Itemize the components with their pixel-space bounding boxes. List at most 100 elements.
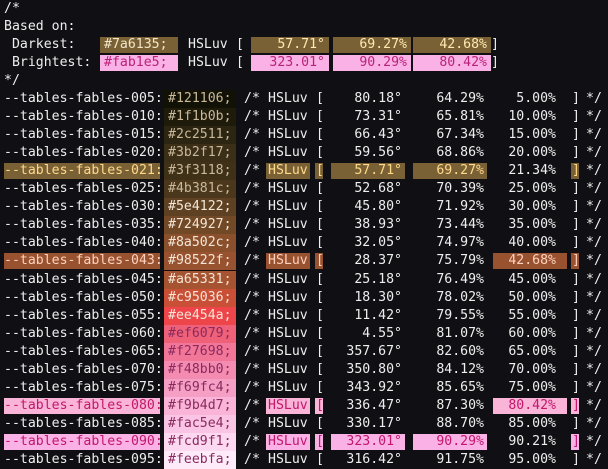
color-model: HSLuv [268,127,308,143]
comment-open: /* [244,397,260,413]
color-model: HSLuv [268,325,308,341]
variable-name: --tables-fables-030: [4,199,163,215]
comment-close: */ [586,199,602,215]
hex-value: #f27698; [168,343,232,359]
bracket-open: [ [316,271,324,287]
brightest-label: Brightest: [4,55,92,70]
hue-value: 59.56° [354,145,402,161]
table-row: --tables-fables-015: #2c2511; /* HSLuv [66.4… [0,126,608,145]
brightest-s: 90.29% [359,55,407,70]
lightness-value: 85.00% [508,415,556,431]
color-model: HSLuv [268,253,308,269]
comment-open: /* [244,307,260,323]
table-row: --tables-fables-045: #a65331; /* HSLuv [25.1… [0,270,608,289]
bracket-open: [ [316,307,324,323]
bracket-open: [ [316,379,324,395]
hex-value: #ee454a; [168,307,232,323]
saturation-value: 82.60% [436,343,484,359]
darkest-s: 69.27% [359,37,407,52]
brightest-l: 80.42% [439,55,487,70]
hue-value: 38.93° [354,217,402,233]
bracket-close: ] [572,433,580,449]
table-row: --tables-fables-050: #c95036; /* HSLuv [18.3… [0,288,608,307]
lightness-value: 35.00% [508,217,556,233]
color-model: HSLuv [268,163,308,179]
lightness-value: 60.00% [508,325,556,341]
lightness-value: 20.00% [508,145,556,161]
table-row: --tables-fables-085: #fac5e4; /* HSLuv [330.… [0,414,608,433]
darkest-bracket-open: [ [236,37,244,52]
bracket-open: [ [316,163,324,179]
bracket-close: ] [572,361,580,377]
lightness-value: 30.00% [508,199,556,215]
saturation-value: 69.27% [436,163,484,179]
comment-open: /* [244,379,260,395]
color-model: HSLuv [268,91,308,106]
variable-name: --tables-fables-040: [4,235,163,251]
brightest-bracket-open: [ [236,55,244,70]
variable-name: --tables-fables-005: [4,91,163,106]
bracket-open: [ [316,415,324,431]
darkest-l: 42.68% [439,37,487,52]
comment-close: */ [586,163,602,179]
brightest-line: Brightest: #fab1e5; HSLuv [ 323.01° 90.2… [0,54,608,72]
variable-name: --tables-fables-065: [4,343,163,359]
lightness-value: 5.00% [516,91,556,106]
table-row: --tables-fables-060: #ef6079; /* HSLuv [4.55… [0,324,608,343]
color-model: HSLuv [268,452,308,467]
comment-close: */ [586,325,602,341]
comment-close: */ [586,271,602,287]
bracket-close: ] [572,235,580,251]
hue-value: 28.37° [354,253,402,269]
bracket-open: [ [316,127,324,143]
color-model: HSLuv [268,307,308,323]
hue-value: 316.42° [346,452,402,467]
variable-name: --tables-fables-010: [4,109,163,125]
comment-close: */ [586,307,602,323]
comment-open: /* [244,415,260,431]
variable-name: --tables-fables-045: [4,271,163,287]
hex-value: #98522f; [168,253,232,269]
hex-value: #724927; [168,217,232,233]
hue-value: 73.31° [354,109,402,125]
hue-value: 350.80° [346,361,402,377]
darkest-model: HSLuv [188,37,228,52]
table-row: --tables-fables-035: #724927; /* HSLuv [38.9… [0,216,608,235]
hex-value: #8a502c; [168,235,232,251]
bracket-open: [ [316,397,324,413]
comment-close: */ [4,73,20,88]
comment-close: */ [586,235,602,251]
hex-value: #f9b4d7; [168,397,232,413]
brightest-model: HSLuv [188,55,228,70]
comment-open: /* [244,253,260,269]
brightest-bracket-close: ] [491,55,499,70]
variable-name: --tables-fables-055: [4,307,163,323]
comment-close: */ [586,91,602,106]
comment-open: /* [244,163,260,179]
bracket-close: ] [572,109,580,125]
hue-value: 11.42° [354,307,402,323]
hue-value: 25.18° [354,271,402,287]
bracket-open: [ [316,452,324,467]
based-on-line: Based on: [0,18,608,36]
comment-open: /* [244,217,260,233]
lightness-value: 90.21% [508,433,556,449]
saturation-value: 73.44% [436,217,484,233]
comment-open: /* [244,181,260,197]
table-row: --tables-fables-080: #f9b4d7; /* HSLuv [336.… [0,396,608,415]
variable-name: --tables-fables-090: [4,433,163,449]
saturation-value: 64.29% [436,91,484,106]
color-model: HSLuv [268,217,308,233]
bracket-open: [ [316,235,324,251]
table-row: --tables-fables-010: #1f1b0b; /* HSLuv [73.3… [0,108,608,127]
saturation-value: 81.07% [436,325,484,341]
brightest-h: 323.01° [269,55,325,70]
comment-close: */ [586,127,602,143]
comment-open: /* [244,361,260,377]
saturation-value: 74.97% [436,235,484,251]
table-row: --tables-fables-043: #98522f; /* HSLuv [28.3… [0,252,608,271]
bracket-close: ] [572,452,580,467]
darkest-bracket-close: ] [491,37,499,52]
color-model: HSLuv [268,361,308,377]
hex-value: #a65331; [168,271,232,287]
